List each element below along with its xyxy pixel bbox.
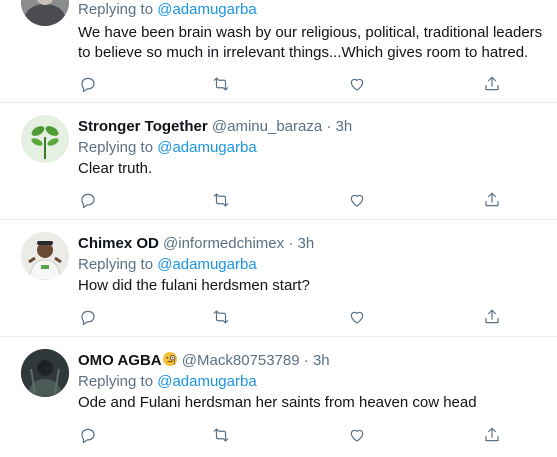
tweet-header: Chimex OD @informedchimex · 3h [78, 234, 557, 254]
tweet-text: Ode and Fulani herdsman her saints from … [78, 394, 477, 411]
avatar[interactable] [21, 115, 69, 163]
replying-to: Replying to @adamugarba [78, 0, 557, 20]
retweet-button[interactable] [210, 73, 232, 95]
tweet-header: OMO AGBA @Mack80753789 · 3h [78, 351, 557, 371]
retweet-icon [213, 310, 229, 324]
like-button[interactable] [346, 189, 368, 211]
avatar[interactable] [21, 0, 69, 26]
tweet[interactable]: Stronger Together @aminu_baraza · 3h Rep… [0, 103, 557, 220]
tweet[interactable]: OMO AGBA @Mack80753789 · 3h Replying to … [0, 337, 557, 457]
tweet-actions [0, 73, 557, 95]
reply-prefix: Replying to [78, 139, 154, 156]
replying-to: Replying to @adamugarba [78, 255, 557, 275]
retweet-icon [213, 77, 229, 91]
tweet-time[interactable]: 3h [297, 235, 314, 252]
display-name[interactable]: Stronger Together [78, 118, 208, 135]
separator-dot: · [288, 235, 294, 252]
retweet-icon [213, 428, 229, 442]
retweet-button[interactable] [210, 424, 232, 446]
mention-link[interactable]: @adamugarba [157, 256, 256, 273]
replying-to: Replying to @adamugarba [78, 372, 557, 392]
share-icon [485, 427, 499, 442]
like-icon [350, 194, 364, 207]
like-button[interactable] [346, 306, 368, 328]
mention-link[interactable]: @adamugarba [157, 1, 256, 18]
display-name[interactable]: Chimex OD [78, 235, 159, 252]
tweet-actions [0, 189, 557, 211]
reply-icon [81, 193, 95, 209]
share-button[interactable] [481, 424, 503, 446]
reply-button[interactable] [77, 424, 99, 446]
user-handle[interactable]: @aminu_baraza [212, 118, 322, 135]
avatar-image [21, 115, 69, 163]
share-icon [485, 192, 499, 207]
separator-dot: · [326, 118, 332, 135]
share-button[interactable] [481, 73, 503, 95]
avatar-image [21, 232, 69, 280]
reply-prefix: Replying to [78, 1, 154, 18]
avatar[interactable] [21, 349, 69, 397]
tweet-time[interactable]: 3h [336, 118, 353, 135]
reply-prefix: Replying to [78, 373, 154, 390]
separator-dot: · [303, 352, 309, 369]
share-button[interactable] [481, 189, 503, 211]
tweet-time[interactable]: 3h [313, 352, 330, 369]
like-button[interactable] [346, 73, 368, 95]
tweet-actions [0, 306, 557, 328]
mention-link[interactable]: @adamugarba [157, 373, 256, 390]
share-icon [485, 309, 499, 324]
tweet-text: Clear truth. [78, 160, 153, 177]
retweet-button[interactable] [210, 306, 232, 328]
display-name[interactable]: OMO AGBA [78, 352, 162, 369]
like-icon [350, 429, 364, 442]
reply-button[interactable] [77, 189, 99, 211]
user-handle[interactable]: @Mack80753789 [182, 352, 300, 369]
reply-button[interactable] [77, 73, 99, 95]
user-handle[interactable]: @informedchimex [163, 235, 284, 252]
avatar[interactable] [21, 232, 69, 280]
retweet-button[interactable] [210, 189, 232, 211]
tweet-header: Stronger Together @aminu_baraza · 3h [78, 117, 557, 137]
share-icon [485, 76, 499, 91]
reply-icon [81, 77, 95, 93]
tweet-actions [0, 424, 557, 446]
avatar-image [21, 349, 69, 397]
share-button[interactable] [481, 306, 503, 328]
reply-icon [81, 428, 95, 444]
tweet-text: We have been brain wash by our religious… [78, 24, 543, 61]
tweet[interactable]: Chimex OD @informedchimex · 3h Replying … [0, 220, 557, 337]
reply-prefix: Replying to [78, 256, 154, 273]
like-icon [350, 311, 364, 324]
retweet-icon [213, 193, 229, 207]
avatar-image [21, 0, 69, 26]
mention-link[interactable]: @adamugarba [157, 139, 256, 156]
face-with-monocle-emoji-icon [162, 352, 177, 366]
replying-to: Replying to @adamugarba [78, 138, 557, 158]
tweet[interactable]: Replying to @adamugarba We have been bra… [0, 0, 557, 103]
tweet-text: How did the fulani herdsmen start? [78, 277, 310, 294]
reply-button[interactable] [77, 306, 99, 328]
like-button[interactable] [346, 424, 368, 446]
like-icon [350, 78, 364, 91]
reply-icon [81, 310, 95, 326]
